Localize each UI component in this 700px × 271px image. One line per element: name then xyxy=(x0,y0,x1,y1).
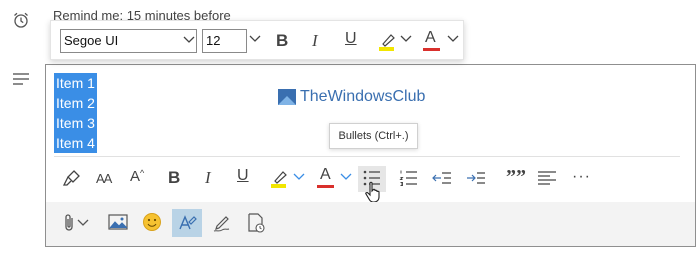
schedule-send-icon[interactable] xyxy=(246,212,266,234)
font-color-chevron-icon[interactable] xyxy=(340,172,352,182)
format-painter-icon[interactable] xyxy=(62,168,82,188)
emoji-icon[interactable] xyxy=(142,212,162,232)
mini-font-color-button[interactable]: A xyxy=(425,29,436,47)
mini-font-color-chevron-icon[interactable] xyxy=(447,34,459,44)
signature-pen-icon[interactable] xyxy=(212,213,232,233)
underline-button[interactable]: U xyxy=(237,167,249,185)
font-family-chevron-down-icon[interactable] xyxy=(183,33,195,47)
more-options-button[interactable]: ··· xyxy=(572,168,591,186)
alarm-clock-icon xyxy=(12,11,30,29)
grow-font-button[interactable]: A^ xyxy=(130,168,144,185)
bold-button[interactable]: B xyxy=(168,168,180,188)
decrease-indent-icon[interactable] xyxy=(432,170,452,186)
mini-highlight-chevron-icon[interactable] xyxy=(400,34,412,44)
attach-chevron-icon[interactable] xyxy=(77,218,89,228)
paperclip-icon[interactable] xyxy=(61,213,77,233)
notes-lines-icon xyxy=(12,72,30,86)
mini-highlighter-icon[interactable] xyxy=(377,30,399,52)
numbered-list-icon[interactable] xyxy=(399,169,419,187)
format-text-icon[interactable] xyxy=(177,213,197,233)
watermark-text: TheWindowsClub xyxy=(300,88,426,105)
font-size-chevron-down-icon[interactable] xyxy=(249,34,261,44)
font-color-button[interactable]: A xyxy=(320,166,331,184)
bullets-tooltip: Bullets (Ctrl+.) xyxy=(329,123,418,149)
grow-font-caret-icon: ^ xyxy=(140,168,145,178)
font-color-swatch xyxy=(317,185,334,188)
insert-picture-icon[interactable] xyxy=(108,214,128,230)
list-item[interactable]: Item 4 xyxy=(54,133,97,153)
grow-font-label: A xyxy=(130,168,141,185)
highlighter-icon[interactable] xyxy=(269,167,291,189)
mouse-pointer-hand-icon xyxy=(364,181,382,203)
list-item[interactable]: Item 2 xyxy=(54,93,97,113)
mini-underline-button[interactable]: U xyxy=(345,30,357,48)
list-item[interactable]: Item 3 xyxy=(54,113,97,133)
list-item[interactable]: Item 1 xyxy=(54,73,97,93)
highlight-chevron-icon[interactable] xyxy=(293,172,305,182)
watermark-logo-icon xyxy=(278,89,296,105)
font-family-input[interactable]: Segoe UI xyxy=(60,29,197,53)
mini-font-color-swatch xyxy=(423,48,440,51)
font-size-button[interactable]: AA xyxy=(96,171,112,186)
quote-button[interactable]: ”” xyxy=(506,166,526,189)
italic-button[interactable]: I xyxy=(205,168,211,188)
font-size-input[interactable]: 12 xyxy=(202,29,247,53)
increase-indent-icon[interactable] xyxy=(466,170,486,186)
mini-italic-button[interactable]: I xyxy=(312,31,318,51)
mini-bold-button[interactable]: B xyxy=(276,31,288,51)
toolbar-divider xyxy=(54,156,680,157)
align-left-icon[interactable] xyxy=(537,170,557,186)
